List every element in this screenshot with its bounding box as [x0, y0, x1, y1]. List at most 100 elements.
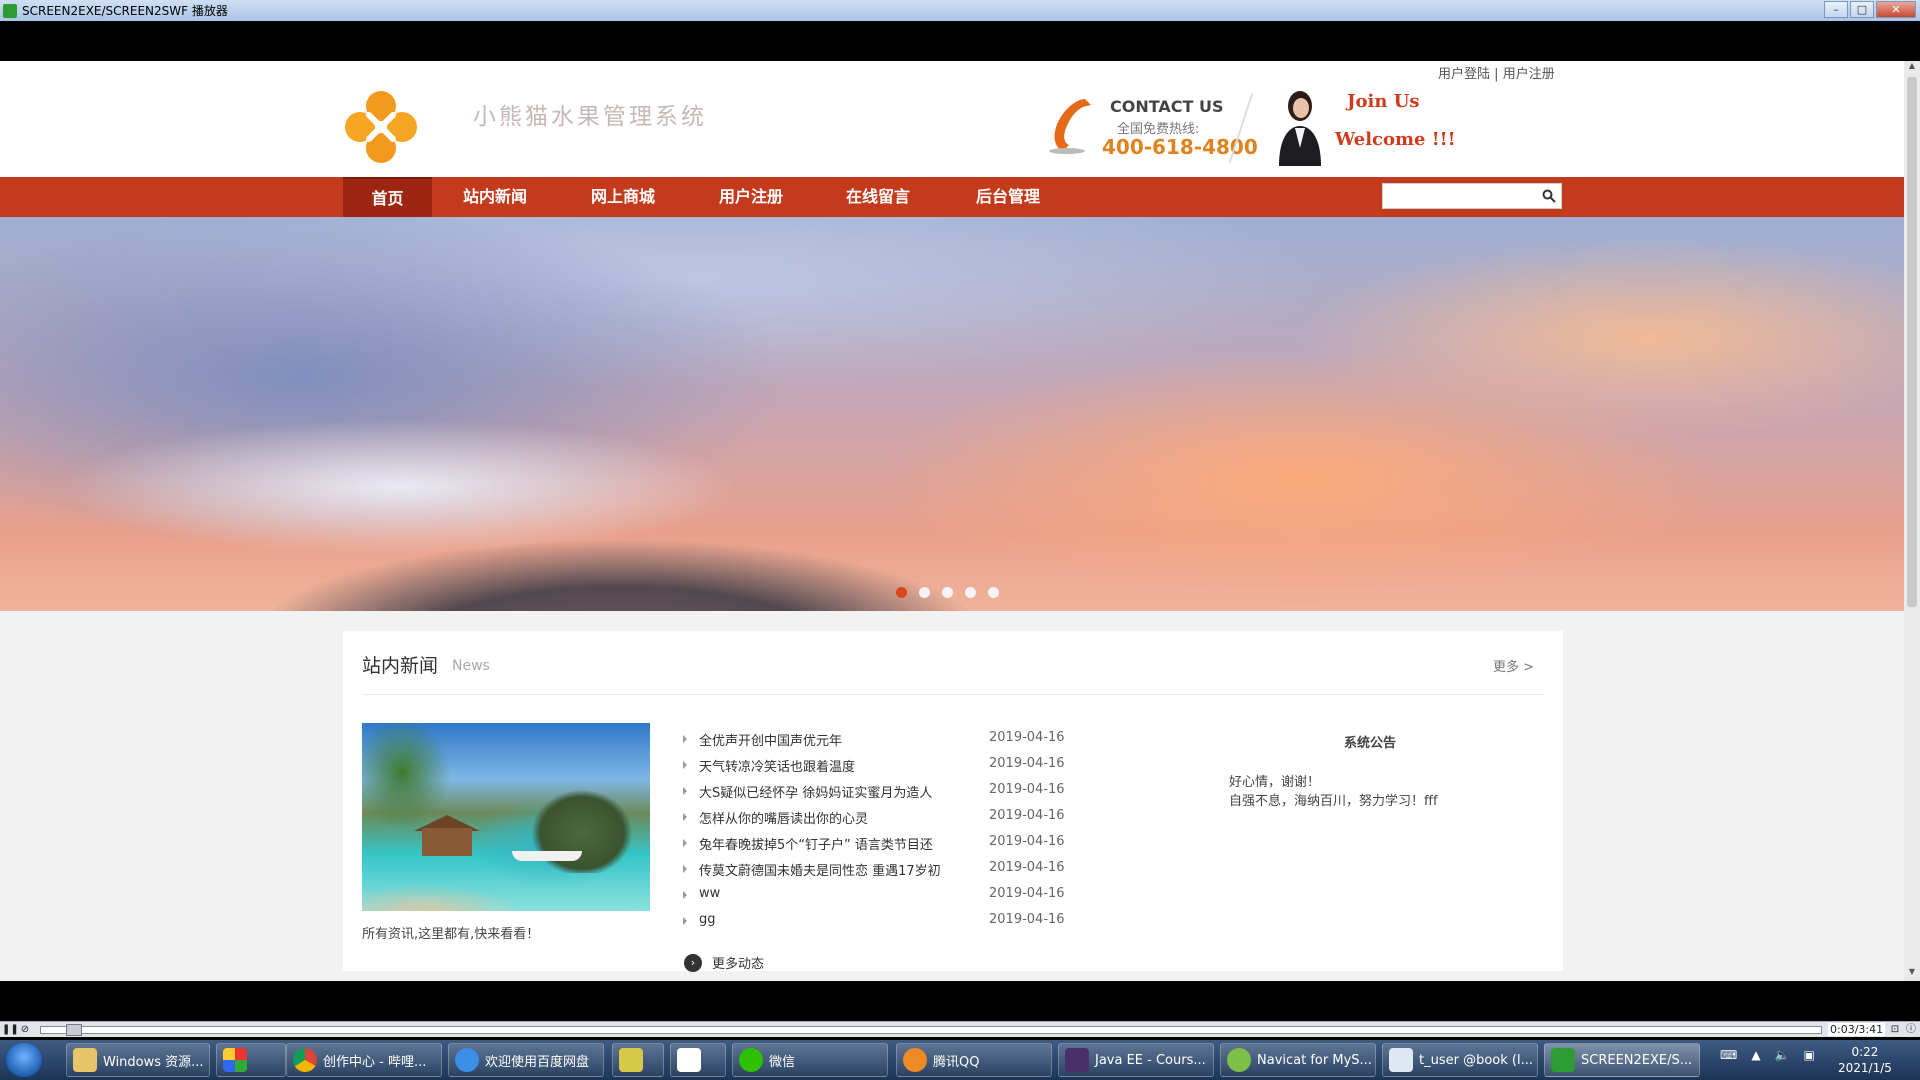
- list-item[interactable]: gg 2019-04-16: [683, 908, 1103, 934]
- scroll-thumb[interactable]: [1907, 77, 1917, 607]
- news-title[interactable]: 大S疑似已经怀孕 徐妈妈证实蜜月为造人: [699, 782, 932, 801]
- search-input[interactable]: [1383, 184, 1533, 208]
- slider-dot-1[interactable]: [896, 587, 907, 598]
- slider-dot-5[interactable]: [988, 587, 999, 598]
- cloud-icon: [455, 1048, 479, 1072]
- task-app-2[interactable]: [612, 1043, 664, 1077]
- playback-time: 0:03/3:41: [1828, 1023, 1886, 1036]
- task-qq[interactable]: 腾讯QQ: [896, 1043, 1052, 1077]
- fullscreen-icon[interactable]: ⊡: [1888, 1023, 1902, 1037]
- task-chrome[interactable]: 创作中心 - 哔哩...: [286, 1043, 442, 1077]
- scroll-down-icon[interactable]: ▼: [1904, 967, 1920, 981]
- nav-item-shop[interactable]: 网上商城: [575, 177, 671, 217]
- service-avatar: [1279, 91, 1321, 166]
- slider-dot-2[interactable]: [919, 587, 930, 598]
- slider-dot-4[interactable]: [965, 587, 976, 598]
- task-label: 微信: [769, 1054, 796, 1070]
- task-wechat[interactable]: 微信: [732, 1043, 888, 1077]
- volume-icon[interactable]: 🔈: [1775, 1048, 1790, 1062]
- search-icon[interactable]: [1542, 189, 1556, 203]
- seek-knob[interactable]: [66, 1024, 82, 1036]
- task-table[interactable]: t_user @book (l...: [1382, 1043, 1538, 1077]
- news-more-link[interactable]: 更多 >: [1493, 656, 1534, 675]
- start-button-icon[interactable]: [6, 1043, 42, 1077]
- nav-item-home[interactable]: 首页: [343, 177, 432, 217]
- minimize-button[interactable]: –: [1824, 1, 1848, 18]
- scroll-up-icon[interactable]: ▲: [1904, 61, 1920, 75]
- nav-item-news[interactable]: 站内新闻: [447, 177, 543, 217]
- user-login-link[interactable]: 用户登陆: [1438, 67, 1490, 82]
- maximize-button[interactable]: □: [1850, 1, 1874, 18]
- list-item[interactable]: 怎样从你的嘴唇读出你的心灵 2019-04-16: [683, 804, 1103, 830]
- chrome-icon: [293, 1048, 317, 1072]
- site-logo-icon[interactable]: [343, 89, 419, 165]
- task-app-1[interactable]: [216, 1043, 286, 1077]
- list-item[interactable]: 传莫文蔚德国未婚夫是同性恋 重遇17岁初 2019-04-16: [683, 856, 1103, 882]
- news-list: 全优声开创中国声优元年 2019-04-16 天气转凉冷笑话也跟着温度 2019-0…: [683, 726, 1103, 934]
- list-item[interactable]: 全优声开创中国声优元年 2019-04-16: [683, 726, 1103, 752]
- keyboard-icon[interactable]: ⌨: [1720, 1048, 1737, 1062]
- task-baidu-disk[interactable]: 欢迎使用百度网盘: [448, 1043, 604, 1077]
- news-title[interactable]: gg: [699, 912, 716, 927]
- news-title[interactable]: 传莫文蔚德国未婚夫是同性恋 重遇17岁初: [699, 860, 941, 879]
- network-icon[interactable]: ▣: [1804, 1048, 1815, 1062]
- bullet-arrow-icon: [683, 839, 687, 847]
- news-date: 2019-04-16: [989, 912, 1065, 927]
- pause-icon[interactable]: ❚❚: [2, 1023, 19, 1037]
- more-news-button[interactable]: › 更多动态: [684, 953, 764, 972]
- list-item[interactable]: 大S疑似已经怀孕 徐妈妈证实蜜月为造人 2019-04-16: [683, 778, 1103, 804]
- seek-track[interactable]: [40, 1026, 1822, 1034]
- chevron-right-icon: ›: [684, 953, 702, 972]
- list-item[interactable]: ww 2019-04-16: [683, 882, 1103, 908]
- news-panel: 站内新闻 News 更多 > 所有资讯,这里都有,快来看看！ 全优声开创中国声优…: [343, 631, 1563, 972]
- news-photo: [362, 723, 650, 911]
- news-title[interactable]: ww: [699, 886, 720, 901]
- nav-item-admin[interactable]: 后台管理: [960, 177, 1056, 217]
- app-icon: [3, 3, 17, 18]
- task-navicat[interactable]: Navicat for MyS...: [1220, 1043, 1376, 1077]
- bullet-arrow-icon: [683, 917, 687, 925]
- bullet-arrow-icon: [683, 865, 687, 873]
- system-tray: ⌨ ▲ 🔈 ▣: [1720, 1048, 1815, 1062]
- tray-expand-icon[interactable]: ▲: [1751, 1048, 1760, 1062]
- task-label: t_user @book (l...: [1419, 1052, 1533, 1068]
- task-label: 腾讯QQ: [933, 1054, 980, 1070]
- bullet-arrow-icon: [683, 813, 687, 821]
- task-app-3[interactable]: [670, 1043, 726, 1077]
- bullet-arrow-icon: [683, 735, 687, 743]
- close-button[interactable]: ✕: [1876, 1, 1916, 18]
- user-register-link[interactable]: 用户注册: [1503, 67, 1555, 82]
- news-date: 2019-04-16: [989, 860, 1065, 875]
- task-eclipse[interactable]: Java EE - Cours...: [1058, 1043, 1214, 1077]
- task-explorer[interactable]: Windows 资源...: [66, 1043, 210, 1077]
- news-title[interactable]: 怎样从你的嘴唇读出你的心灵: [699, 808, 868, 827]
- list-item[interactable]: 天气转凉冷笑话也跟着温度 2019-04-16: [683, 752, 1103, 778]
- notice-title: 系统公告: [1344, 736, 1397, 751]
- clock-date: 2021/1/5: [1838, 1061, 1892, 1075]
- task-screen2exe[interactable]: SCREEN2EXE/S...: [1544, 1043, 1700, 1077]
- notice-line-2: 自强不息，海纳百川，努力学习！fff: [1229, 794, 1438, 809]
- nav-item-register[interactable]: 用户注册: [703, 177, 799, 217]
- nav-item-message[interactable]: 在线留言: [830, 177, 926, 217]
- app-icon: [223, 1048, 247, 1072]
- bullet-arrow-icon: [683, 787, 687, 795]
- stop-icon[interactable]: ⊘: [18, 1023, 32, 1037]
- slider-dot-3[interactable]: [942, 587, 953, 598]
- page-scrollbar[interactable]: ▲ ▼: [1904, 61, 1920, 981]
- task-label: SCREEN2EXE/S...: [1581, 1052, 1693, 1068]
- news-title[interactable]: 全优声开创中国声优元年: [699, 730, 842, 749]
- phone-icon: [1049, 99, 1091, 154]
- join-us-text: Join Us: [1347, 91, 1420, 112]
- hero-banner[interactable]: [0, 217, 1904, 611]
- news-title[interactable]: 天气转凉冷笑话也跟着温度: [699, 756, 855, 775]
- news-title[interactable]: 兔年春晚拔掉5个“钉子户” 语言类节目还: [699, 834, 933, 853]
- player-bar: ❚❚ ⊘ 0:03/3:41 ⊡ ⓘ: [0, 1021, 1920, 1037]
- news-date: 2019-04-16: [989, 886, 1065, 901]
- task-label: 创作中心 - 哔哩...: [323, 1054, 427, 1070]
- grid-icon: [677, 1048, 701, 1072]
- list-item[interactable]: 兔年春晚拔掉5个“钉子户” 语言类节目还 2019-04-16: [683, 830, 1103, 856]
- taskbar-clock[interactable]: 0:22 2021/1/5: [1838, 1044, 1892, 1076]
- info-icon[interactable]: ⓘ: [1904, 1023, 1918, 1037]
- contact-title: CONTACT US: [1110, 97, 1224, 116]
- task-label: Navicat for MyS...: [1257, 1052, 1372, 1068]
